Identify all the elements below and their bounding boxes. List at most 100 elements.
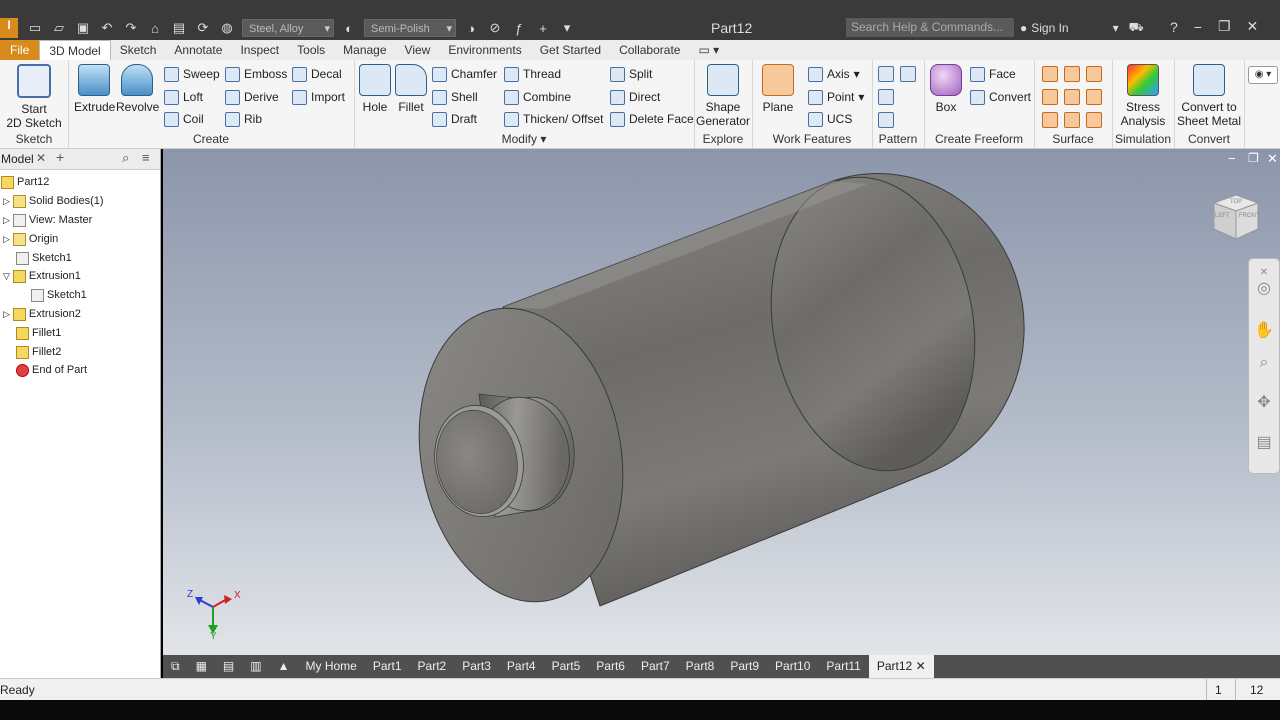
tile-horizontal-icon[interactable]: ⧉ <box>163 655 188 678</box>
extend-icon[interactable] <box>1086 89 1102 105</box>
decal-button[interactable]: Decal <box>292 65 342 83</box>
doc-tab-part3[interactable]: Part3 <box>454 655 499 678</box>
tree-item-end-of-part[interactable]: End of Part <box>16 361 87 379</box>
emboss-button[interactable]: Emboss <box>225 65 287 83</box>
tree-item-extrusion2[interactable]: ▷ Extrusion2 <box>3 305 81 323</box>
zoom-icon[interactable]: ⌕ <box>1254 353 1274 373</box>
tab-manage[interactable]: Manage <box>334 40 395 60</box>
viewport-restore-icon[interactable]: ❐ <box>1248 151 1259 165</box>
doc-tab-my-home[interactable]: My Home <box>298 655 365 678</box>
parameters-icon[interactable]: ƒ <box>510 19 528 37</box>
shape-generator-button[interactable]: Shape Generator <box>696 64 750 128</box>
close-icon[interactable]: ✕ <box>36 151 46 165</box>
tree-item-extrusion1-sketch1[interactable]: Sketch1 <box>31 286 87 304</box>
globe-icon[interactable]: ◍ <box>218 19 236 37</box>
tree-item-solid-bodies[interactable]: ▷ Solid Bodies(1) <box>3 192 104 210</box>
look-at-icon[interactable]: ▤ <box>1254 433 1274 453</box>
delete-face-button[interactable]: Delete Face <box>610 110 694 128</box>
tree-item-extrusion1[interactable]: ▽ Extrusion1 <box>3 267 81 285</box>
doc-tab-part6[interactable]: Part6 <box>588 655 633 678</box>
panel-toggle-icon[interactable]: ▭ ▾ <box>689 40 728 60</box>
import-button[interactable]: Import <box>292 88 345 106</box>
sign-in-button[interactable]: ● Sign In ▾ ⛟ <box>1020 20 1144 36</box>
expand-icon[interactable]: ▷ <box>3 234 10 245</box>
draft-button[interactable]: Draft <box>432 110 477 128</box>
ruled-surface-icon[interactable] <box>1042 112 1058 128</box>
doc-tab-part10[interactable]: Part10 <box>767 655 818 678</box>
tree-item-view-master[interactable]: ▷ View: Master <box>3 211 92 229</box>
undo-icon[interactable]: ↶ <box>98 19 116 37</box>
fillet-button[interactable]: Fillet <box>394 64 428 114</box>
tab-annotate[interactable]: Annotate <box>165 40 231 60</box>
patch-icon[interactable] <box>1042 89 1058 105</box>
search-icon[interactable]: ⌕ <box>122 150 129 166</box>
doc-tab-part2[interactable]: Part2 <box>410 655 455 678</box>
derive-button[interactable]: Derive <box>225 88 279 106</box>
face-button[interactable]: Face <box>970 65 1016 83</box>
doc-tab-part5[interactable]: Part5 <box>544 655 589 678</box>
convert-to-sheet-metal-button[interactable]: Convert to Sheet Metal <box>1176 64 1242 128</box>
customize-icon[interactable]: ▾ <box>558 19 576 37</box>
material-dropdown[interactable]: Steel, Alloy <box>242 19 334 38</box>
coil-button[interactable]: Coil <box>164 110 204 128</box>
doc-tab-part8[interactable]: Part8 <box>678 655 723 678</box>
tree-item-fillet2[interactable]: Fillet2 <box>16 343 61 361</box>
tab-environments[interactable]: Environments <box>439 40 530 60</box>
tab-3d-model[interactable]: 3D Model <box>39 40 111 60</box>
loft-button[interactable]: Loft <box>164 88 203 106</box>
sketch-pattern-icon[interactable] <box>878 112 894 128</box>
tab-collaborate[interactable]: Collaborate <box>610 40 689 60</box>
ribbon-options-button[interactable]: ◉ ▾ <box>1248 66 1278 84</box>
expand-icon[interactable]: ▷ <box>3 196 10 207</box>
plus-icon[interactable]: + <box>534 19 552 37</box>
search-input[interactable]: Search Help & Commands... <box>846 18 1014 37</box>
viewcube[interactable]: LEFT FRONT TOP <box>1211 191 1261 241</box>
rib-button[interactable]: Rib <box>225 110 262 128</box>
tree-item-fillet1[interactable]: Fillet1 <box>16 324 61 342</box>
doc-tab-part11[interactable]: Part11 <box>818 655 868 678</box>
pan-icon[interactable]: ✋ <box>1254 321 1274 341</box>
direct-button[interactable]: Direct <box>610 88 660 106</box>
browser-tab-model[interactable]: Model <box>1 152 34 166</box>
model-canvas[interactable] <box>163 149 1280 655</box>
combine-button[interactable]: Combine <box>504 88 571 106</box>
circular-pattern-icon[interactable] <box>878 89 894 105</box>
minimize-icon[interactable]: − <box>1194 19 1202 35</box>
new-file-icon[interactable]: ▭ <box>26 19 44 37</box>
thicken-offset-button[interactable]: Thicken/ Offset <box>504 110 603 128</box>
tab-tools[interactable]: Tools <box>288 40 334 60</box>
extrude-button[interactable]: Extrude <box>74 64 115 114</box>
shell-button[interactable]: Shell <box>432 88 478 106</box>
mirror-icon[interactable] <box>900 66 916 82</box>
viewport-minimize-icon[interactable]: − <box>1228 151 1236 166</box>
trim-icon[interactable] <box>1064 89 1080 105</box>
start-2d-sketch-button[interactable]: Start 2D Sketch <box>6 64 62 130</box>
close-icon[interactable]: ✕ <box>916 659 926 673</box>
split-button[interactable]: Split <box>610 65 652 83</box>
tree-item-origin[interactable]: ▷ Origin <box>3 230 58 248</box>
hole-button[interactable]: Hole <box>358 64 392 114</box>
tile-grid-icon[interactable]: ▦ <box>188 655 215 678</box>
doc-tab-part12[interactable]: Part12 ✕ <box>868 655 934 678</box>
redo-icon[interactable]: ↷ <box>122 19 140 37</box>
tile-columns-icon[interactable]: ▥ <box>242 655 269 678</box>
tab-file[interactable]: File <box>0 40 40 60</box>
expand-icon[interactable]: ▷ <box>3 215 10 226</box>
doc-tab-part4[interactable]: Part4 <box>499 655 544 678</box>
replace-face-icon[interactable] <box>1086 112 1102 128</box>
inventor-logo[interactable]: I <box>0 18 18 38</box>
open-folder-icon[interactable]: ▱ <box>50 19 68 37</box>
ucs-button[interactable]: UCS <box>808 110 852 128</box>
home-icon[interactable]: ⌂ <box>146 19 164 37</box>
help-button[interactable]: ? <box>1170 19 1178 35</box>
viewport-close-icon[interactable]: ✕ <box>1267 151 1278 167</box>
tab-view[interactable]: View <box>396 40 440 60</box>
convert-freeform-button[interactable]: Convert <box>970 88 1031 106</box>
steering-wheel-icon[interactable]: ◎ <box>1254 279 1274 299</box>
expand-icon[interactable]: ▷ <box>3 309 10 320</box>
restore-icon[interactable]: ❐ <box>1218 18 1231 35</box>
stitch-icon[interactable] <box>1064 66 1080 82</box>
tab-sketch[interactable]: Sketch <box>111 40 166 60</box>
collapse-icon[interactable]: ▽ <box>3 271 10 282</box>
clear-appearance-icon[interactable]: ⊘ <box>486 19 504 37</box>
